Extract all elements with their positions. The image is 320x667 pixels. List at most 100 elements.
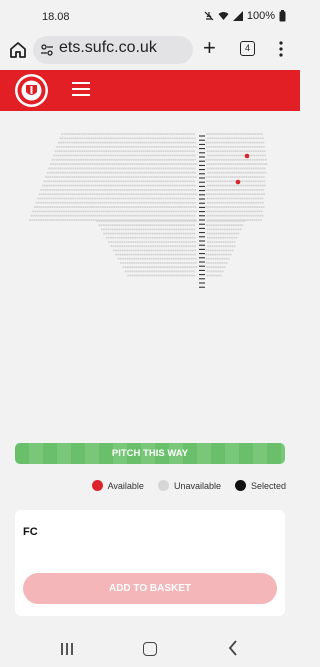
- seat[interactable]: [217, 150, 220, 153]
- seat[interactable]: [61, 218, 65, 222]
- seat[interactable]: [91, 163, 94, 166]
- seat[interactable]: [234, 175, 237, 179]
- seat[interactable]: [65, 150, 68, 153]
- seat[interactable]: [121, 206, 124, 209]
- seat[interactable]: [80, 163, 83, 166]
- seat[interactable]: [153, 214, 156, 217]
- seat[interactable]: [232, 180, 235, 183]
- seat[interactable]: [208, 274, 211, 277]
- seat[interactable]: [166, 150, 169, 153]
- seat[interactable]: [141, 141, 144, 144]
- seat[interactable]: [234, 228, 238, 231]
- seat[interactable]: [117, 145, 120, 148]
- seat[interactable]: [246, 184, 249, 187]
- seat[interactable]: [65, 180, 68, 183]
- seat[interactable]: [242, 188, 245, 191]
- seat[interactable]: [194, 261, 197, 265]
- seat[interactable]: [121, 171, 124, 174]
- seat[interactable]: [145, 253, 149, 256]
- seat[interactable]: [157, 219, 160, 223]
- seat[interactable]: [72, 154, 75, 157]
- seat[interactable]: [79, 206, 83, 209]
- seat[interactable]: [205, 210, 209, 213]
- seat[interactable]: [111, 150, 114, 153]
- seat[interactable]: [189, 249, 192, 252]
- seat[interactable]: [249, 193, 252, 196]
- seat[interactable]: [250, 214, 253, 217]
- seat[interactable]: [154, 154, 157, 157]
- seat[interactable]: [255, 137, 258, 140]
- seat[interactable]: [142, 132, 145, 136]
- seat[interactable]: [30, 214, 33, 217]
- seat[interactable]: [238, 175, 241, 179]
- seat[interactable]: [208, 228, 211, 231]
- seat[interactable]: [181, 257, 184, 260]
- seat[interactable]: [139, 266, 143, 269]
- seat[interactable]: [250, 167, 253, 170]
- seat[interactable]: [154, 257, 158, 260]
- seat[interactable]: [155, 132, 158, 136]
- seat[interactable]: [124, 266, 127, 269]
- seat[interactable]: [152, 141, 155, 144]
- seat[interactable]: [92, 141, 96, 144]
- seat[interactable]: [134, 240, 137, 244]
- seat[interactable]: [116, 236, 119, 239]
- seat[interactable]: [194, 175, 197, 179]
- seat[interactable]: [256, 132, 259, 136]
- seat[interactable]: [162, 240, 166, 244]
- seat[interactable]: [188, 228, 191, 231]
- seat[interactable]: [255, 184, 258, 187]
- seat[interactable]: [50, 214, 53, 217]
- seat[interactable]: [234, 224, 237, 227]
- seat[interactable]: [173, 232, 176, 235]
- seat[interactable]: [178, 206, 182, 209]
- seat[interactable]: [44, 188, 47, 191]
- seat[interactable]: [106, 163, 110, 166]
- seat[interactable]: [207, 245, 210, 248]
- seat[interactable]: [265, 163, 268, 166]
- seat[interactable]: [82, 158, 85, 161]
- seat[interactable]: [206, 224, 209, 227]
- seat[interactable]: [139, 249, 142, 252]
- seat[interactable]: [212, 261, 215, 265]
- seat[interactable]: [174, 175, 177, 179]
- seat[interactable]: [78, 163, 81, 166]
- seat[interactable]: [145, 249, 148, 252]
- seat[interactable]: [46, 206, 50, 209]
- seat[interactable]: [155, 224, 158, 227]
- seat[interactable]: [82, 180, 86, 183]
- seat[interactable]: [78, 193, 81, 196]
- seat[interactable]: [248, 214, 251, 217]
- seat[interactable]: [152, 145, 156, 148]
- seat[interactable]: [139, 219, 143, 223]
- seat[interactable]: [148, 145, 151, 148]
- seat[interactable]: [188, 274, 191, 277]
- seat[interactable]: [176, 249, 179, 252]
- seat[interactable]: [210, 180, 213, 183]
- seat[interactable]: [242, 158, 245, 161]
- seat[interactable]: [124, 228, 128, 231]
- seat[interactable]: [221, 210, 224, 213]
- seat[interactable]: [207, 145, 211, 148]
- seat[interactable]: [185, 253, 188, 256]
- seat[interactable]: [222, 249, 225, 252]
- seat[interactable]: [100, 224, 103, 227]
- seat[interactable]: [140, 214, 143, 217]
- seat[interactable]: [134, 201, 137, 204]
- seat[interactable]: [164, 236, 168, 239]
- seat[interactable]: [233, 137, 236, 140]
- seat[interactable]: [54, 197, 57, 200]
- seat[interactable]: [170, 158, 173, 161]
- seat[interactable]: [173, 228, 176, 231]
- seat[interactable]: [140, 224, 143, 227]
- seat[interactable]: [60, 163, 63, 166]
- seat[interactable]: [182, 228, 185, 231]
- seat[interactable]: [121, 249, 124, 252]
- seat[interactable]: [177, 180, 180, 183]
- seat[interactable]: [137, 132, 141, 136]
- seat[interactable]: [235, 236, 238, 239]
- seat[interactable]: [180, 167, 183, 170]
- seat[interactable]: [229, 253, 232, 256]
- seat[interactable]: [129, 228, 132, 231]
- seat[interactable]: [235, 141, 239, 144]
